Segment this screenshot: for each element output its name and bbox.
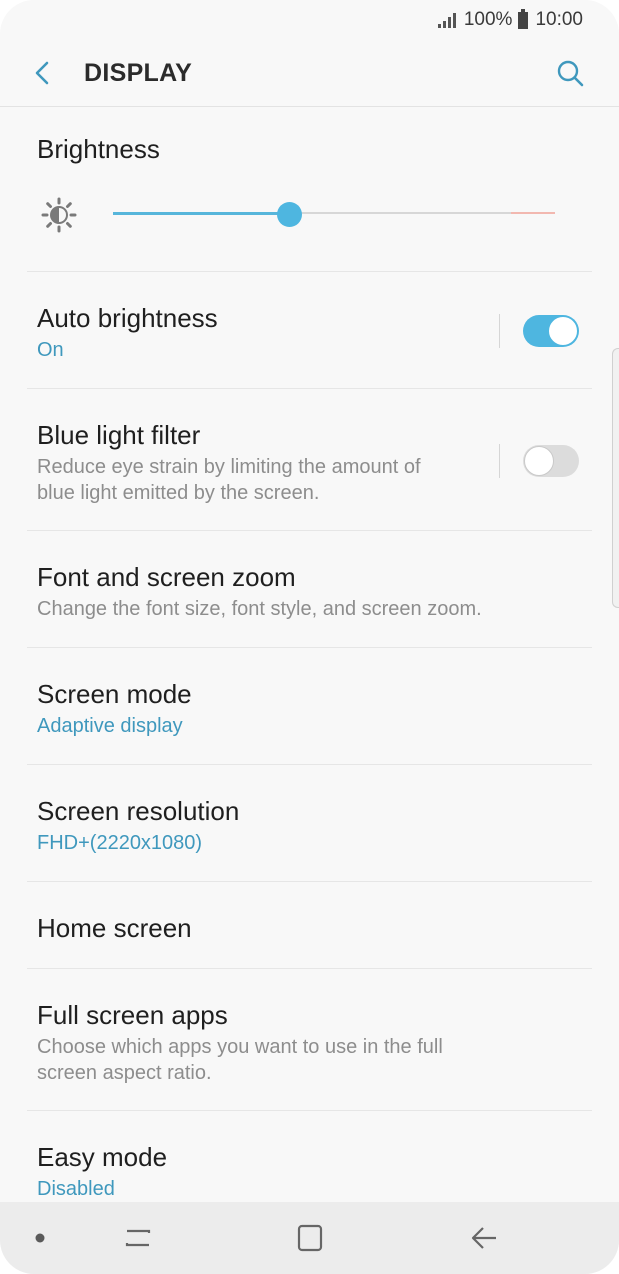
brightness-slider-thumb[interactable] [277,202,302,227]
signal-icon [437,12,458,28]
page-title: DISPLAY [84,59,193,87]
easy-mode-value: Disabled [37,1178,115,1200]
blue-light-filter-toggle[interactable] [523,445,579,477]
screen-mode-title: Screen mode [37,679,192,709]
battery-icon [518,8,529,29]
search-icon [557,60,584,87]
brightness-section: Brightness [27,107,592,272]
brightness-sun-icon [41,197,77,233]
full-screen-apps-row[interactable]: Full screen apps Choose which apps you w… [27,968,592,1111]
nav-dot-button[interactable] [20,1220,60,1256]
screen-resolution-row[interactable]: Screen resolution FHD+(2220x1080) [27,764,592,882]
blue-light-filter-description-1: Reduce eye strain by limiting the amount… [37,456,421,478]
easy-mode-title: Easy mode [37,1142,168,1172]
auto-brightness-value: On [37,339,64,361]
nav-back-icon [471,1227,496,1249]
brightness-track-high [511,212,555,214]
auto-brightness-title: Auto brightness [37,303,218,333]
recents-button[interactable] [118,1220,158,1256]
home-icon [297,1224,323,1252]
clock: 10:00 [535,9,583,30]
screen-mode-row[interactable]: Screen mode Adaptive display [27,647,592,765]
brightness-track-rest [290,212,511,214]
brightness-title: Brightness [37,134,160,164]
back-arrow-icon [35,61,49,85]
full-screen-apps-title: Full screen apps [37,1000,228,1030]
divider [499,444,500,478]
status-indicators: 100% 10:00 [437,8,583,31]
divider [499,314,500,348]
home-button[interactable] [290,1220,330,1256]
search-button[interactable] [553,56,587,90]
battery-percent: 100% [463,9,513,30]
recents-icon [125,1229,151,1247]
full-screen-apps-description-2: screen aspect ratio. [37,1062,212,1084]
home-screen-row[interactable]: Home screen [27,881,592,969]
screen-resolution-title: Screen resolution [37,796,240,826]
font-zoom-description: Change the font size, font style, and sc… [37,598,482,620]
full-screen-apps-description-1: Choose which apps you want to use in the… [37,1036,443,1058]
blue-light-filter-row[interactable]: Blue light filter Reduce eye strain by l… [27,388,592,531]
phone-screen: 100% 10:00 DISPLAY Brightness Auto brigh… [0,0,619,1274]
font-screen-zoom-row[interactable]: Font and screen zoom Change the font siz… [27,530,592,648]
brightness-track-fill [113,212,290,215]
auto-brightness-row[interactable]: Auto brightness On [27,271,592,389]
font-zoom-title: Font and screen zoom [37,562,296,592]
scroll-indicator[interactable] [612,348,619,608]
auto-brightness-toggle[interactable] [523,315,579,347]
navigation-bar [0,1202,619,1274]
status-bar: 100% 10:00 [0,0,619,40]
home-screen-title: Home screen [37,913,192,943]
blue-light-filter-title: Blue light filter [37,420,201,450]
blue-light-filter-description-2: blue light emitted by the screen. [37,482,320,504]
nav-back-button[interactable] [464,1220,504,1256]
dot-icon [35,1233,45,1243]
screen-mode-value: Adaptive display [37,715,183,737]
app-bar: DISPLAY [0,40,619,107]
screen-resolution-value: FHD+(2220x1080) [37,832,203,854]
brightness-slider[interactable] [113,202,555,227]
back-button[interactable] [26,56,60,90]
